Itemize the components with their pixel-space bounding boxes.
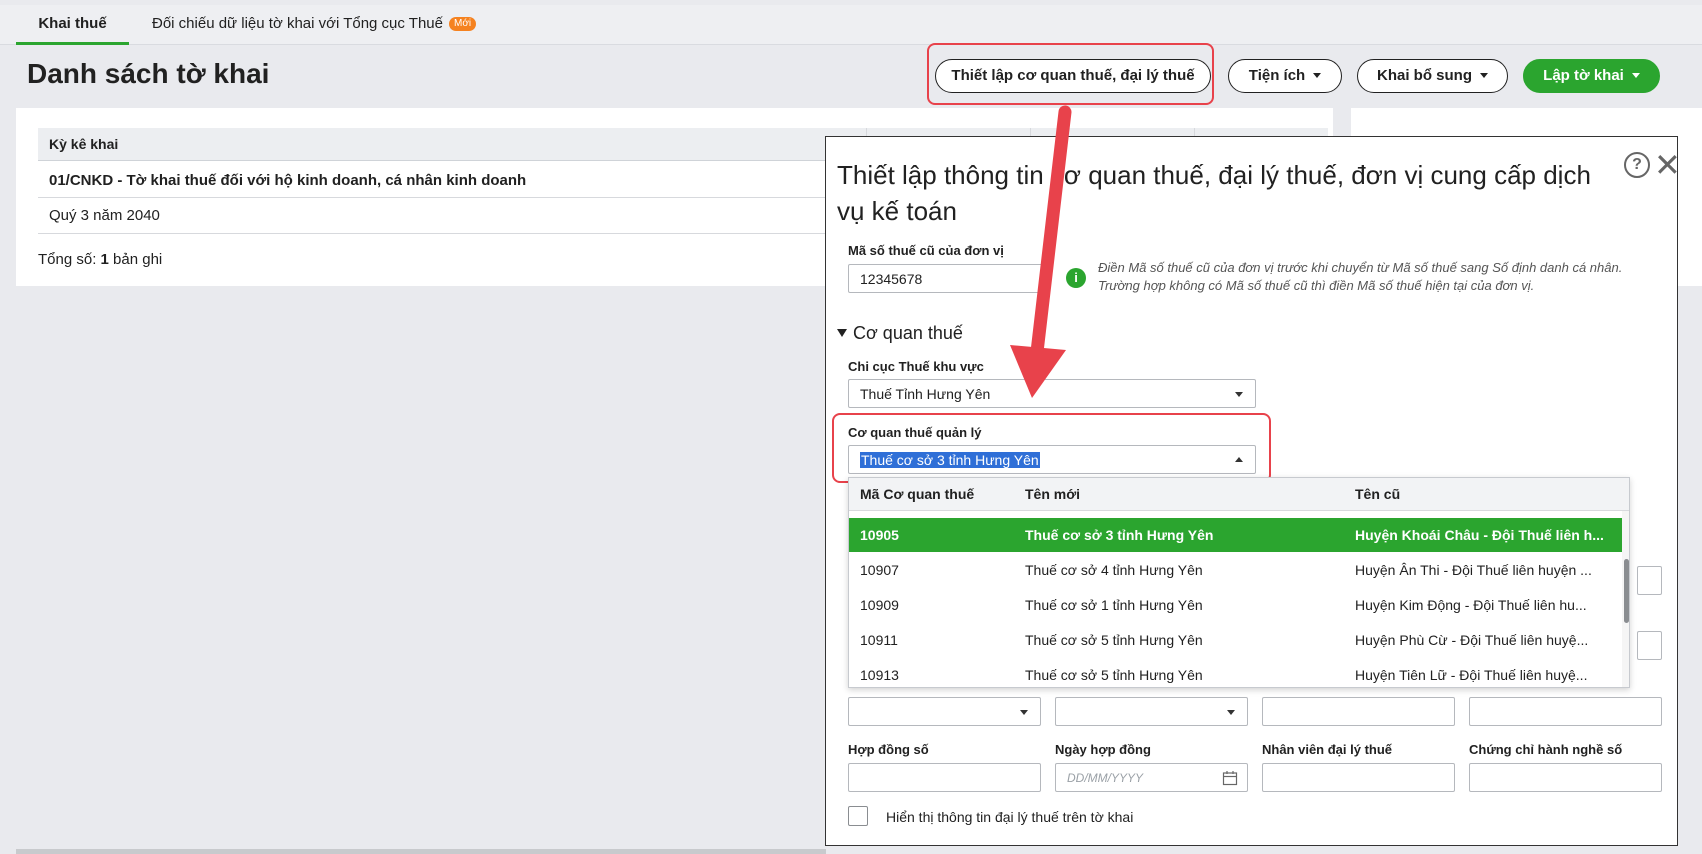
tab-doi-chieu[interactable]: Đối chiếu dữ liệu tờ khai với Tổng cục T… bbox=[152, 5, 477, 45]
option-new-name: Thuế cơ sở 5 tỉnh Hưng Yên bbox=[1025, 632, 1203, 648]
regional-branch-label: Chi cục Thuế khu vực bbox=[848, 359, 984, 374]
option-old-name: Huyện Kim Động - Đội Thuế liên hu... bbox=[1355, 597, 1587, 613]
hidden-field-a[interactable] bbox=[1637, 566, 1662, 595]
old-tax-code-value: 12345678 bbox=[860, 271, 923, 287]
old-tax-code-field[interactable]: 12345678 bbox=[848, 264, 1043, 293]
info-line-2: Trường hợp không có Mã số thuế cũ thì đi… bbox=[1098, 278, 1535, 293]
dropdown-header: Mã Cơ quan thuế Tên mới Tên cũ bbox=[849, 478, 1629, 511]
collapse-triangle-icon bbox=[837, 329, 847, 337]
tab-doi-chieu-label: Đối chiếu dữ liệu tờ khai với Tổng cục T… bbox=[152, 15, 443, 32]
chevron-down-icon bbox=[1631, 73, 1640, 78]
contract-date-placeholder: DD/MM/YYYY bbox=[1067, 771, 1144, 785]
chevron-down-icon bbox=[1313, 73, 1322, 78]
dropdown-option[interactable]: 10913 Thuế cơ sở 5 tỉnh Hưng Yên Huyện T… bbox=[849, 658, 1622, 687]
column-header-period: Kỳ kê khai bbox=[49, 136, 119, 152]
tab-bar: Khai thuế Đối chiếu dữ liệu tờ khai với … bbox=[0, 5, 1702, 45]
highlight-box-setup bbox=[927, 43, 1214, 105]
option-new-name: Thuế cơ sở 3 tỉnh Hưng Yên bbox=[1025, 527, 1214, 543]
new-badge: Mới bbox=[448, 17, 477, 31]
chevron-down-icon bbox=[1235, 392, 1243, 397]
option-code: 10909 bbox=[860, 597, 899, 613]
old-tax-code-label: Mã số thuế cũ của đơn vị bbox=[848, 243, 1004, 258]
option-new-name: Thuế cơ sở 4 tỉnh Hưng Yên bbox=[1025, 562, 1203, 578]
agent-staff-label: Nhân viên đại lý thuế bbox=[1262, 742, 1393, 757]
horizontal-scrollbar[interactable] bbox=[16, 849, 826, 854]
chevron-down-icon bbox=[1020, 710, 1028, 715]
supplement-button[interactable]: Khai bổ sung bbox=[1357, 59, 1508, 93]
utilities-button[interactable]: Tiện ích bbox=[1228, 59, 1342, 93]
setup-dialog: Thiết lập thông tin cơ quan thuế, đại lý… bbox=[825, 136, 1681, 846]
supplement-label: Khai bổ sung bbox=[1377, 67, 1472, 84]
option-old-name: Huyện Ân Thi - Đội Thuế liên huyện ... bbox=[1355, 562, 1592, 578]
help-icon[interactable]: ? bbox=[1624, 152, 1650, 178]
app-root: Khai thuế Đối chiếu dữ liệu tờ khai với … bbox=[0, 0, 1702, 854]
contract-no-input[interactable] bbox=[848, 763, 1041, 792]
create-declaration-button[interactable]: Lập tờ khai bbox=[1523, 59, 1660, 93]
agent-staff-input[interactable] bbox=[1262, 763, 1455, 792]
info-line-1: Điền Mã số thuế cũ của đơn vị trước khi … bbox=[1098, 260, 1623, 275]
contract-no-label: Hợp đồng số bbox=[848, 742, 929, 757]
dropdown-header-old-name: Tên cũ bbox=[1355, 486, 1401, 502]
tax-office-dropdown: Mã Cơ quan thuế Tên mới Tên cũ 10905 Thu… bbox=[848, 477, 1630, 688]
dropdown-option[interactable]: 10909 Thuế cơ sở 1 tỉnh Hưng Yên Huyện K… bbox=[849, 588, 1622, 622]
chevron-down-icon bbox=[1480, 73, 1488, 78]
dropdown-header-code: Mã Cơ quan thuế bbox=[860, 486, 975, 502]
section-tax-office[interactable]: Cơ quan thuế bbox=[837, 323, 963, 344]
dropdown-option[interactable]: 10911 Thuế cơ sở 5 tỉnh Hưng Yên Huyện P… bbox=[849, 623, 1622, 657]
total-count: Tổng số: 1 bản ghi bbox=[38, 251, 162, 268]
option-old-name: Huyện Khoái Châu - Đội Thuế liên h... bbox=[1355, 527, 1604, 543]
dropdown-header-new-name: Tên mới bbox=[1025, 486, 1081, 502]
info-icon: i bbox=[1066, 268, 1086, 288]
dialog-title: Thiết lập thông tin cơ quan thuế, đại lý… bbox=[837, 160, 1591, 226]
close-icon[interactable]: ✕ bbox=[1654, 145, 1681, 185]
show-agent-label: Hiển thị thông tin đại lý thuế trên tờ k… bbox=[886, 809, 1134, 825]
total-prefix: Tổng số: bbox=[38, 251, 101, 268]
tab-khai-thue[interactable]: Khai thuế bbox=[16, 5, 129, 45]
calendar-icon[interactable] bbox=[1222, 770, 1238, 786]
group-row-label: 01/CNKD - Tờ khai thuế đối với hộ kinh d… bbox=[49, 172, 527, 189]
dropdown-option[interactable]: 10905 Thuế cơ sở 3 tỉnh Hưng Yên Huyện K… bbox=[849, 518, 1622, 552]
page-title: Danh sách tờ khai bbox=[27, 58, 270, 89]
option-code: 10913 bbox=[860, 667, 899, 683]
agent-field-4[interactable] bbox=[1469, 697, 1662, 726]
option-old-name: Huyện Tiên Lữ - Đội Thuế liên huyệ... bbox=[1355, 667, 1588, 683]
regional-branch-value: Thuế Tỉnh Hưng Yên bbox=[860, 386, 991, 402]
contract-date-input[interactable]: DD/MM/YYYY bbox=[1055, 763, 1248, 792]
create-declaration-label: Lập tờ khai bbox=[1543, 67, 1624, 84]
option-new-name: Thuế cơ sở 5 tỉnh Hưng Yên bbox=[1025, 667, 1203, 683]
chevron-down-icon bbox=[1227, 710, 1235, 715]
total-suffix: bản ghi bbox=[108, 251, 163, 268]
total-number: 1 bbox=[100, 251, 109, 268]
contract-date-label: Ngày hợp đồng bbox=[1055, 742, 1151, 757]
certificate-input[interactable] bbox=[1469, 763, 1662, 792]
highlight-box-managing-office bbox=[832, 413, 1271, 483]
option-code: 10911 bbox=[860, 632, 898, 648]
option-code: 10905 bbox=[860, 527, 899, 543]
option-new-name: Thuế cơ sở 1 tỉnh Hưng Yên bbox=[1025, 597, 1203, 613]
section-tax-office-label: Cơ quan thuế bbox=[853, 323, 963, 343]
scrollbar-thumb[interactable] bbox=[1624, 559, 1629, 623]
certificate-label: Chứng chỉ hành nghề số bbox=[1469, 742, 1623, 757]
agent-select-1[interactable] bbox=[848, 697, 1041, 726]
dropdown-scrollbar[interactable] bbox=[1622, 511, 1629, 687]
dropdown-option[interactable]: 10907 Thuế cơ sở 4 tỉnh Hưng Yên Huyện Â… bbox=[849, 553, 1622, 587]
regional-branch-select[interactable]: Thuế Tỉnh Hưng Yên bbox=[848, 379, 1256, 408]
agent-select-2[interactable] bbox=[1055, 697, 1248, 726]
agent-field-3[interactable] bbox=[1262, 697, 1455, 726]
show-agent-checkbox[interactable] bbox=[848, 806, 868, 826]
row-period: Quý 3 năm 2040 bbox=[49, 207, 160, 224]
info-text: Điền Mã số thuế cũ của đơn vị trước khi … bbox=[1098, 259, 1678, 295]
option-code: 10907 bbox=[860, 562, 899, 578]
option-old-name: Huyện Phù Cừ - Đội Thuế liên huyệ... bbox=[1355, 632, 1589, 648]
hidden-field-b[interactable] bbox=[1637, 631, 1662, 660]
utilities-label: Tiện ích bbox=[1248, 67, 1306, 84]
